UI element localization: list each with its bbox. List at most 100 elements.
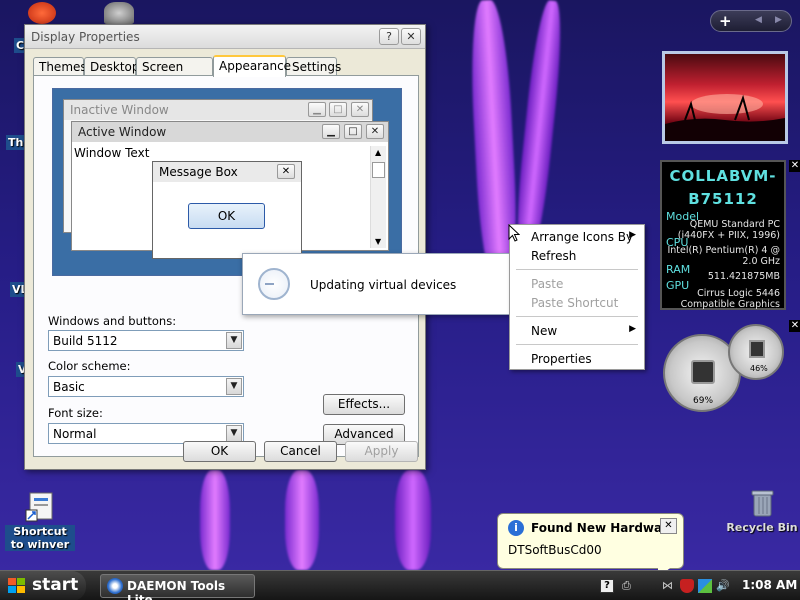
connection-tray-icon[interactable]	[698, 579, 712, 593]
balloon-title: Found New Hardware	[531, 521, 677, 535]
tab-themes[interactable]: Themes	[33, 57, 87, 76]
desktop-context-menu: Arrange Icons By ▶ Refresh Paste Paste Sh…	[509, 224, 645, 370]
gpu-value: Cirrus Logic 5446 Compatible Graphics	[680, 288, 780, 310]
recycle-bin[interactable]: Recycle Bin	[724, 486, 800, 534]
add-gadget-icon[interactable]: +	[719, 12, 732, 30]
preview-message-box: Message Box ✕ OK	[152, 161, 302, 259]
inactive-window-title: Inactive Window ▁ □ ✕	[64, 100, 372, 120]
menu-item-paste-shortcut[interactable]: Paste Shortcut	[512, 293, 642, 313]
taskbar-daemon-tools[interactable]: DAEMON Tools Lite	[100, 574, 255, 600]
ram-value: 511.421875MB	[707, 271, 780, 282]
tray-clock[interactable]: 1:08 AM	[742, 578, 797, 592]
chevron-down-icon[interactable]: ▼	[226, 425, 242, 442]
active-window-title: Active Window ▁ □ ✕	[72, 122, 388, 142]
ram-label: RAM	[666, 263, 691, 276]
menu-separator	[516, 269, 638, 270]
help-button[interactable]: ?	[379, 28, 399, 45]
apply-button[interactable]: Apply	[345, 441, 418, 462]
windows-logo-icon	[8, 578, 26, 594]
next-icon[interactable]: ▶	[775, 15, 782, 25]
security-shield-icon[interactable]	[680, 579, 694, 593]
wallpaper-streak	[395, 470, 431, 570]
chevron-down-icon[interactable]: ▼	[226, 378, 242, 395]
minimize-icon: ▁	[308, 102, 326, 117]
slideshow-gadget[interactable]	[662, 51, 788, 144]
maximize-icon: □	[329, 102, 347, 117]
menu-item-refresh[interactable]: Refresh	[512, 246, 642, 266]
computer-name: COLLABVM- B75112	[669, 167, 777, 208]
shortcut-label: Shortcut to winver	[5, 525, 75, 551]
chevron-down-icon[interactable]: ▼	[226, 332, 242, 349]
color-scheme-select[interactable]: Basic ▼	[48, 376, 244, 397]
preview-scrollbar: ▲ ▼	[370, 146, 386, 248]
appearance-preview: Inactive Window ▁ □ ✕ Active Window ▁ □ …	[52, 88, 402, 276]
raccoon-icon[interactable]	[104, 2, 134, 24]
menu-separator	[516, 316, 638, 317]
message-box-title: Message Box ✕	[153, 162, 301, 182]
gadget-close-icon[interactable]: ✕	[789, 320, 800, 332]
mouse-cursor-icon	[508, 223, 521, 245]
busy-message: Updating virtual devices	[310, 278, 457, 292]
wallpaper-streak	[285, 470, 319, 570]
close-icon: ✕	[351, 102, 369, 117]
menu-item-properties[interactable]: Properties	[512, 349, 642, 369]
close-icon: ✕	[277, 164, 295, 179]
daemon-tools-icon	[107, 578, 123, 594]
effects-button[interactable]: Effects...	[323, 394, 405, 415]
model-value: QEMU Standard PC (i440FX + PIIX, 1996)	[677, 219, 780, 241]
windows-buttons-label: Windows and buttons:	[48, 314, 177, 328]
busy-spinner-icon	[258, 268, 290, 300]
close-icon: ✕	[366, 124, 384, 139]
chevron-right-icon: ▶	[629, 324, 636, 334]
menu-item-paste[interactable]: Paste	[512, 274, 642, 294]
color-scheme-label: Color scheme:	[48, 359, 131, 373]
cpu-percent: 69%	[693, 396, 714, 406]
new-hardware-balloon[interactable]: i Found New Hardware ✕ DTSoftBusCd00	[497, 513, 684, 569]
cpu-chip-icon	[691, 360, 715, 384]
sidebar-control-bar: + ◀ ▶	[710, 10, 792, 32]
shortcut-winver[interactable]: Shortcut to winver	[5, 490, 75, 551]
tab-settings[interactable]: Settings	[286, 57, 341, 76]
menu-item-new[interactable]: New ▶	[512, 321, 642, 341]
network-tray-icon[interactable]: ⋈	[662, 579, 676, 593]
maximize-icon: □	[344, 124, 362, 139]
previous-icon[interactable]: ◀	[755, 15, 762, 25]
menu-item-arrange-icons[interactable]: Arrange Icons By ▶	[512, 227, 642, 247]
cancel-button[interactable]: Cancel	[264, 441, 337, 462]
close-button[interactable]: ✕	[401, 28, 421, 45]
menu-separator	[516, 344, 638, 345]
ram-meter-gauge: 46%	[728, 324, 784, 380]
windows-buttons-select[interactable]: Build 5112 ▼	[48, 330, 244, 351]
tab-desktop[interactable]: Desktop	[84, 57, 140, 76]
updating-devices-dialog: Updating virtual devices	[242, 253, 512, 315]
memory-chip-icon	[749, 340, 765, 358]
window-title: Display Properties	[31, 30, 140, 44]
display-properties-window: Display Properties ? ✕ Themes Desktop Sc…	[24, 24, 426, 470]
help-tray-icon[interactable]: ?	[600, 579, 614, 593]
message-box-ok: OK	[188, 203, 265, 229]
wallpaper-streak	[200, 470, 230, 570]
program-icon	[24, 490, 56, 522]
font-size-label: Font size:	[48, 406, 103, 420]
window-titlebar[interactable]: Display Properties ? ✕	[25, 25, 425, 49]
desktop-icon[interactable]	[28, 2, 56, 24]
tab-appearance[interactable]: Appearance	[213, 55, 291, 77]
gadget-close-icon[interactable]: ✕	[789, 160, 800, 172]
ok-button[interactable]: OK	[183, 441, 256, 462]
recycle-bin-label: Recycle Bin	[726, 521, 798, 534]
chevron-right-icon: ▶	[629, 230, 636, 240]
recycle-bin-icon	[746, 486, 778, 518]
info-icon: i	[508, 520, 524, 536]
minimize-icon: ▁	[322, 124, 340, 139]
wallpaper-streak	[511, 0, 567, 261]
system-info-gadget: COLLABVM- B75112 Model QEMU Standard PC(…	[660, 160, 786, 310]
balloon-close-button[interactable]: ✕	[660, 518, 677, 534]
ram-percent: 46%	[750, 364, 768, 373]
printer-tray-icon[interactable]: ⎙	[622, 579, 636, 593]
tab-screen-saver[interactable]: Screen Saver	[136, 57, 213, 88]
taskbar: start DAEMON Tools Lite ? ⎙ ⋈ 🔊 1:08 AM	[0, 570, 800, 600]
volume-tray-icon[interactable]: 🔊	[716, 579, 730, 593]
balloon-message: DTSoftBusCd00	[508, 543, 602, 557]
window-text: Window Text	[74, 146, 150, 160]
start-button[interactable]: start	[0, 571, 86, 600]
